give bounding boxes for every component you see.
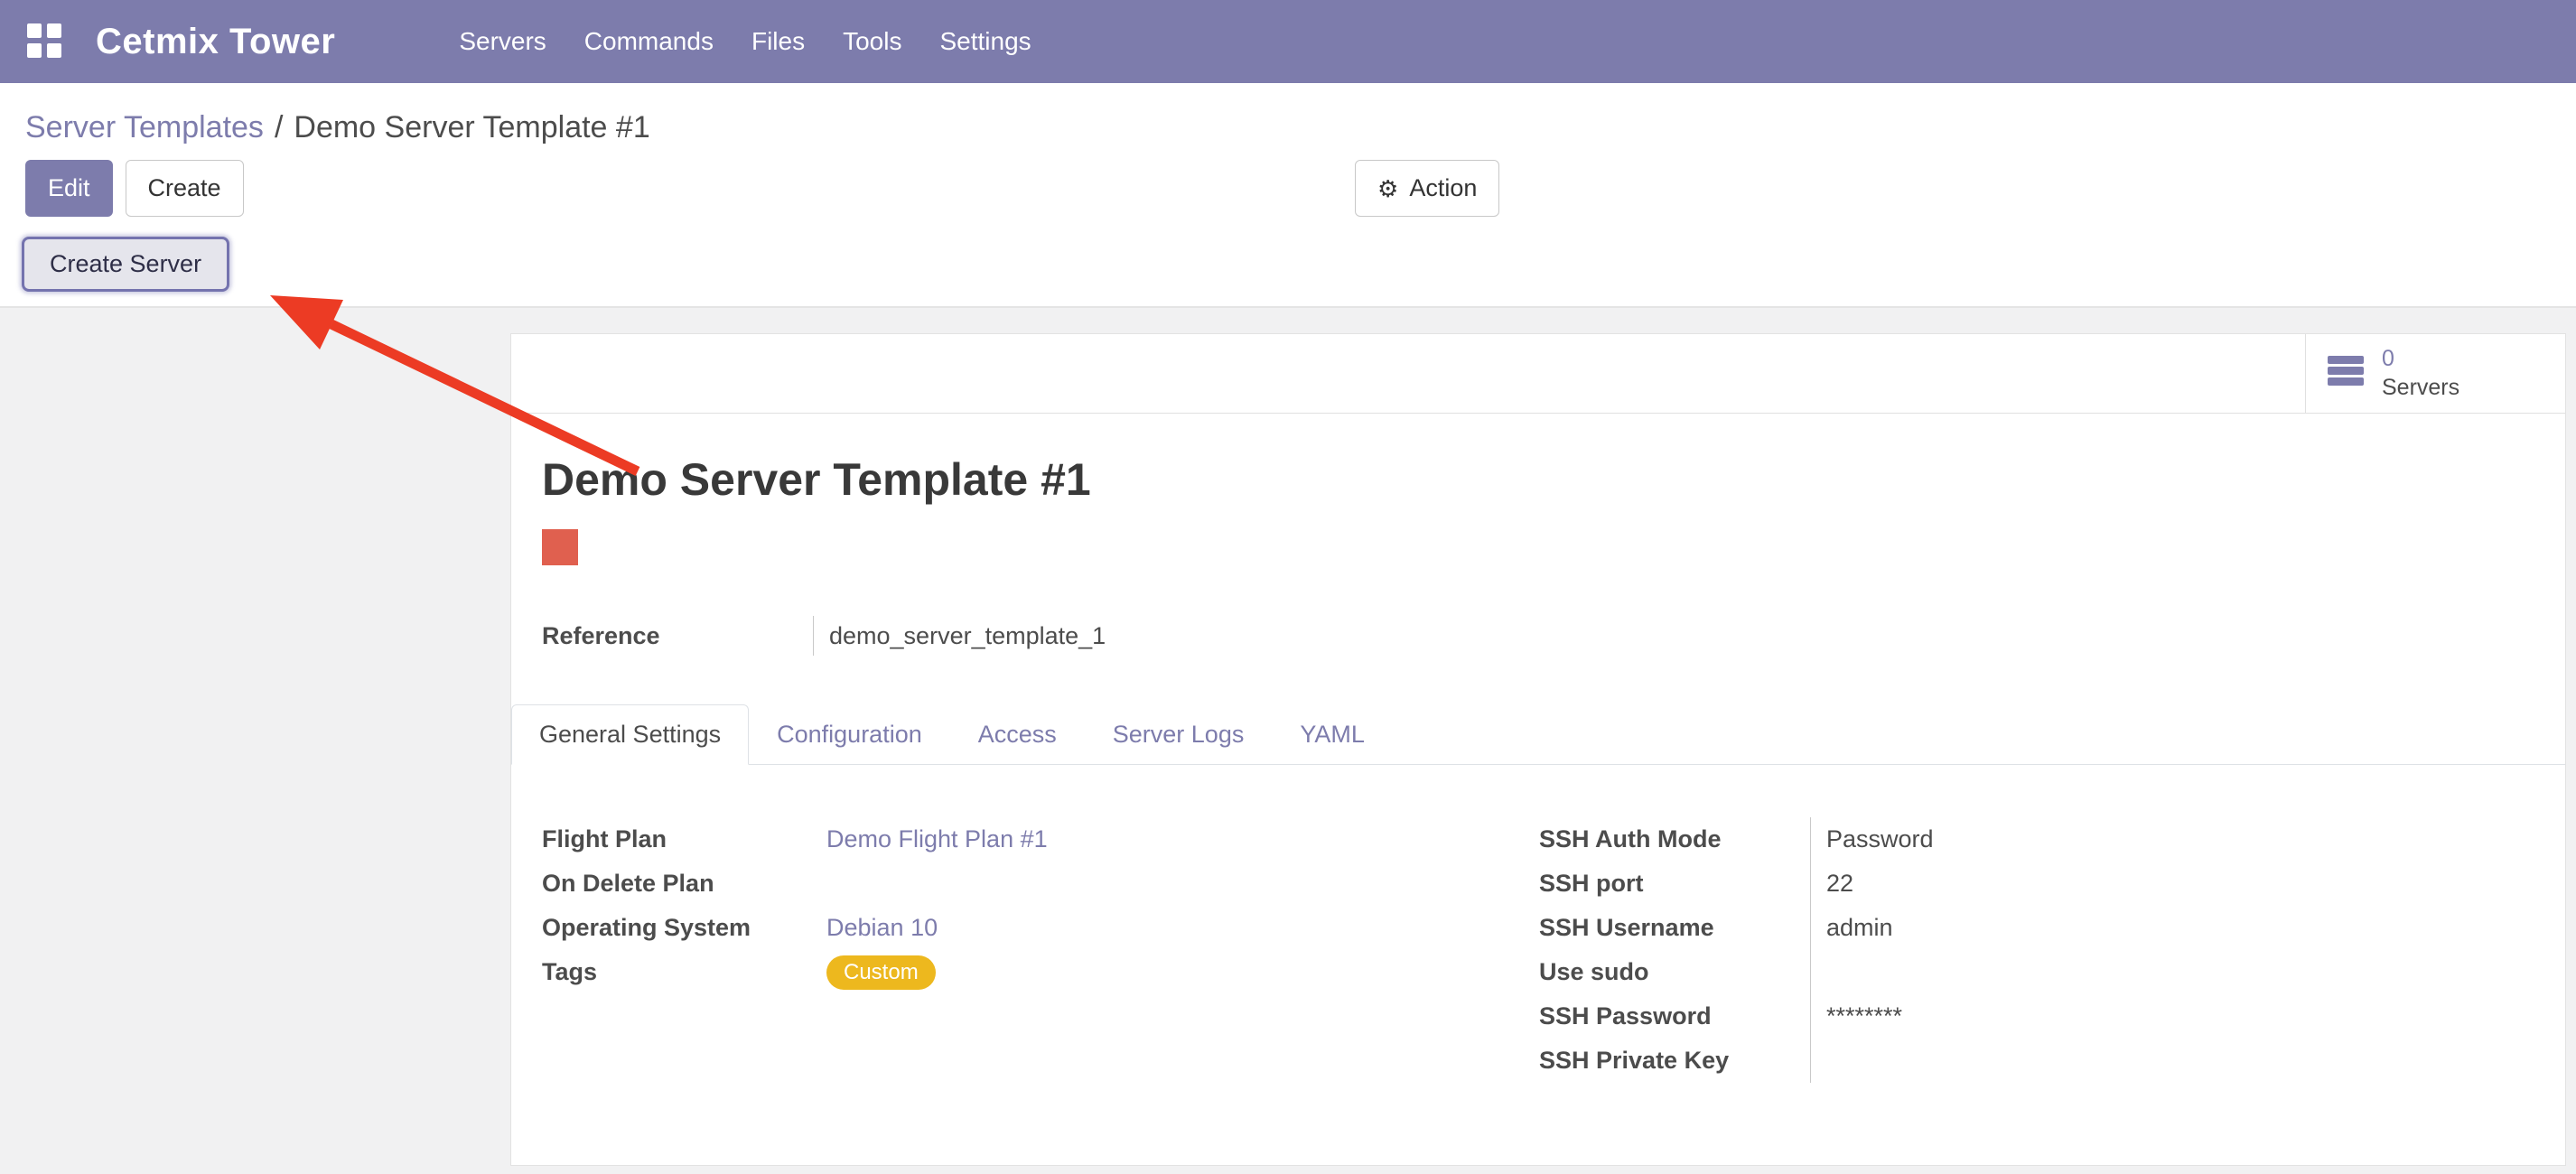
template-color-swatch — [542, 529, 578, 565]
tab-server-logs[interactable]: Server Logs — [1085, 704, 1273, 765]
main-menu: Servers Commands Files Tools Settings — [440, 27, 1050, 56]
tag-badge-custom: Custom — [826, 955, 936, 990]
reference-label: Reference — [542, 616, 813, 656]
tab-configuration[interactable]: Configuration — [749, 704, 950, 765]
ssh-auth-mode-value: Password — [1810, 817, 2534, 862]
ssh-port-value: 22 — [1810, 862, 2534, 906]
create-server-button[interactable]: Create Server — [22, 237, 229, 292]
ssh-port-label: SSH port — [1539, 870, 1810, 898]
nav-item-servers[interactable]: Servers — [440, 27, 565, 56]
servers-count: 0 — [2382, 345, 2459, 373]
tab-general-settings[interactable]: General Settings — [511, 704, 749, 765]
flight-plan-label: Flight Plan — [542, 825, 813, 853]
nav-item-settings[interactable]: Settings — [920, 27, 1050, 56]
servers-count-label: Servers — [2382, 374, 2459, 402]
on-delete-plan-label: On Delete Plan — [542, 870, 813, 898]
field-row-tags: Tags Custom — [542, 950, 1539, 994]
form-sheet: 0 Servers Demo Server Template #1 Refere… — [510, 333, 2566, 1166]
reference-field-row: Reference demo_server_template_1 — [542, 616, 2534, 656]
top-navbar: Cetmix Tower Servers Commands Files Tool… — [0, 0, 2576, 83]
general-settings-left-group: Flight Plan Demo Flight Plan #1 On Delet… — [542, 817, 1539, 1083]
field-row-ssh-username: SSH Username admin — [1539, 906, 2534, 950]
field-row-ssh-private-key: SSH Private Key — [1539, 1039, 2534, 1083]
ssh-password-label: SSH Password — [1539, 1002, 1810, 1030]
page-title: Demo Server Template #1 — [542, 453, 2534, 506]
server-stack-icon — [2326, 354, 2366, 393]
tab-bar: General Settings Configuration Access Se… — [511, 704, 2565, 765]
field-row-flight-plan: Flight Plan Demo Flight Plan #1 — [542, 817, 1539, 862]
tab-access[interactable]: Access — [950, 704, 1085, 765]
servers-stat-button[interactable]: 0 Servers — [2305, 334, 2565, 413]
breadcrumb: Server Templates / Demo Server Template #1 — [0, 83, 2576, 151]
ssh-password-value: ******** — [1810, 994, 2534, 1039]
sheet-top-strip: 0 Servers — [511, 334, 2565, 414]
ssh-username-label: SSH Username — [1539, 914, 1810, 942]
field-row-ssh-password: SSH Password ******** — [1539, 994, 2534, 1039]
action-button-label: Action — [1409, 176, 1477, 200]
nav-item-tools[interactable]: Tools — [824, 27, 920, 56]
content-area: 0 Servers Demo Server Template #1 Refere… — [0, 308, 2576, 1166]
use-sudo-label: Use sudo — [1539, 958, 1810, 986]
ssh-private-key-value — [1810, 1039, 2534, 1083]
nav-item-files[interactable]: Files — [733, 27, 824, 56]
create-button[interactable]: Create — [126, 160, 244, 217]
action-button[interactable]: ⚙ Action — [1355, 160, 1499, 217]
control-panel-buttons: Edit Create ⚙ Action — [0, 151, 2576, 231]
ssh-auth-mode-label: SSH Auth Mode — [1539, 825, 1810, 853]
stat-text: 0 Servers — [2382, 345, 2459, 402]
field-row-operating-system: Operating System Debian 10 — [542, 906, 1539, 950]
use-sudo-value — [1810, 950, 2534, 994]
nav-item-commands[interactable]: Commands — [565, 27, 733, 56]
flight-plan-link[interactable]: Demo Flight Plan #1 — [826, 825, 1048, 853]
control-panel: Server Templates / Demo Server Template #1… — [0, 83, 2576, 308]
gear-icon: ⚙ — [1377, 177, 1398, 200]
edit-button[interactable]: Edit — [25, 160, 113, 217]
field-row-ssh-port: SSH port 22 — [1539, 862, 2534, 906]
breadcrumb-server-templates-link[interactable]: Server Templates — [25, 110, 264, 144]
general-settings-right-group: SSH Auth Mode Password SSH port 22 SSH U… — [1539, 817, 2534, 1083]
operating-system-link[interactable]: Debian 10 — [826, 914, 938, 941]
form-statusbar: Create Server — [0, 231, 2576, 308]
breadcrumb-current: Demo Server Template #1 — [294, 110, 649, 144]
tags-label: Tags — [542, 958, 813, 986]
ssh-username-value: admin — [1810, 906, 2534, 950]
apps-grid-icon[interactable] — [27, 23, 63, 60]
reference-value: demo_server_template_1 — [813, 616, 1106, 656]
app-brand[interactable]: Cetmix Tower — [96, 22, 335, 62]
operating-system-label: Operating System — [542, 914, 813, 942]
field-row-use-sudo: Use sudo — [1539, 950, 2534, 994]
breadcrumb-separator: / — [275, 110, 283, 144]
sheet-body: Demo Server Template #1 Reference demo_s… — [511, 453, 2565, 656]
field-row-ssh-auth-mode: SSH Auth Mode Password — [1539, 817, 2534, 862]
ssh-private-key-label: SSH Private Key — [1539, 1047, 1810, 1075]
field-row-on-delete-plan: On Delete Plan — [542, 862, 1539, 906]
tab-panel-general-settings: Flight Plan Demo Flight Plan #1 On Delet… — [511, 817, 2565, 1083]
tab-yaml[interactable]: YAML — [1272, 704, 1393, 765]
